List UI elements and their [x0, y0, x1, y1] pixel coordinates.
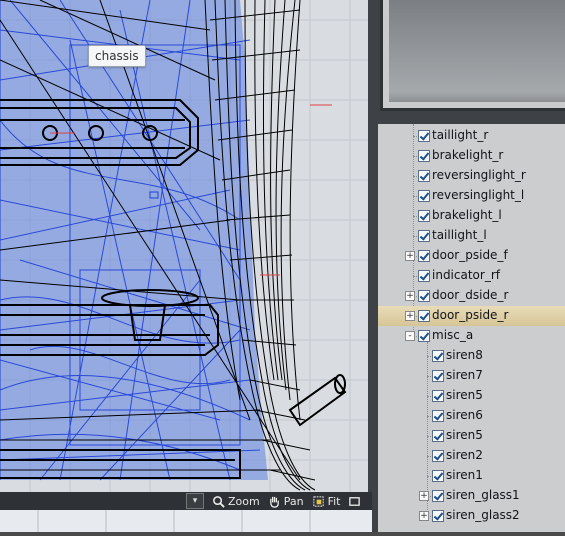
- tree-item-label: taillight_l: [432, 228, 487, 242]
- tree-item-label: siren1: [446, 468, 483, 482]
- expand-icon[interactable]: +: [419, 491, 429, 501]
- collapse-icon[interactable]: -: [405, 331, 415, 341]
- visibility-checkbox[interactable]: [432, 470, 444, 482]
- tree-item[interactable]: + siren_glass1: [378, 486, 565, 506]
- tree-item[interactable]: siren2: [378, 446, 565, 466]
- tree-item[interactable]: brakelight_r: [378, 146, 565, 166]
- fit-button[interactable]: Fit: [309, 493, 344, 509]
- tree-item[interactable]: siren5: [378, 426, 565, 446]
- visibility-checkbox[interactable]: [418, 250, 430, 262]
- expand-icon[interactable]: +: [405, 291, 415, 301]
- expand-icon[interactable]: +: [405, 251, 415, 261]
- tree-item-label: reversinglight_l: [432, 188, 525, 202]
- tree-item[interactable]: siren7: [378, 366, 565, 386]
- tree-item-label: misc_a: [432, 328, 474, 342]
- tree-item[interactable]: taillight_r: [378, 126, 565, 146]
- tree-item-label: taillight_r: [432, 128, 489, 142]
- zoom-label: Zoom: [228, 494, 260, 508]
- tree-item[interactable]: taillight_l: [378, 226, 565, 246]
- tree-item-label: siren_glass2: [446, 508, 520, 522]
- tooltip: chassis: [88, 45, 146, 67]
- visibility-checkbox[interactable]: [418, 190, 430, 202]
- tree-item[interactable]: siren5: [378, 386, 565, 406]
- visibility-checkbox[interactable]: [418, 210, 430, 222]
- tree-item-label: door_pside_r: [432, 308, 509, 322]
- wireframe-model[interactable]: [0, 0, 372, 492]
- visibility-checkbox[interactable]: [432, 450, 444, 462]
- zoom-button[interactable]: Zoom: [209, 493, 263, 509]
- tree-item-label: siren8: [446, 348, 483, 362]
- tree-item-label: siren_glass1: [446, 488, 520, 502]
- tree-item-label: siren6: [446, 408, 483, 422]
- tree-item-label: brakelight_r: [432, 148, 504, 162]
- tree-item[interactable]: siren1: [378, 466, 565, 486]
- chevron-down-icon: ▾: [186, 493, 204, 509]
- expand-icon[interactable]: +: [405, 311, 415, 321]
- viewport-toolbar: ▾ Zoom Pan Fit: [183, 492, 367, 510]
- tree-item[interactable]: - misc_a: [378, 326, 565, 346]
- tree-item[interactable]: siren6: [378, 406, 565, 426]
- expand-icon[interactable]: +: [419, 511, 429, 521]
- fit-icon: [312, 495, 324, 507]
- right-panel: taillight_r brakelight_r reversinglight_rr…: [372, 0, 565, 532]
- visibility-checkbox[interactable]: [418, 230, 430, 242]
- fit-label: Fit: [327, 494, 341, 508]
- visibility-checkbox[interactable]: [418, 310, 430, 322]
- visibility-checkbox[interactable]: [432, 390, 444, 402]
- visibility-checkbox[interactable]: [418, 150, 430, 162]
- visibility-checkbox[interactable]: [432, 410, 444, 422]
- tree-item-label: indicator_rf: [432, 268, 500, 282]
- tree-item-label: siren5: [446, 388, 483, 402]
- visibility-checkbox[interactable]: [432, 350, 444, 362]
- visibility-checkbox[interactable]: [418, 130, 430, 142]
- tree-item[interactable]: brakelight_l: [378, 206, 565, 226]
- maximize-button[interactable]: [345, 493, 367, 509]
- tree-item-label: siren7: [446, 368, 483, 382]
- tree-item[interactable]: reversinglight_r: [378, 166, 565, 186]
- maximize-icon: [349, 496, 361, 506]
- 3d-viewport[interactable]: chassis: [0, 0, 372, 492]
- tree-item-label: door_dside_r: [432, 288, 509, 302]
- visibility-checkbox[interactable]: [418, 330, 430, 342]
- visibility-checkbox[interactable]: [418, 170, 430, 182]
- tree-item-label: door_pside_f: [432, 248, 508, 262]
- visibility-checkbox[interactable]: [432, 370, 444, 382]
- magnifier-icon: [213, 495, 225, 508]
- tree-item-label: siren2: [446, 448, 483, 462]
- visibility-checkbox[interactable]: [432, 490, 444, 502]
- hand-icon: [269, 496, 279, 508]
- visibility-checkbox[interactable]: [418, 290, 430, 302]
- tree-item[interactable]: + siren_glass2: [378, 506, 565, 526]
- tree-item-label: reversinglight_r: [432, 168, 526, 182]
- visibility-checkbox[interactable]: [418, 270, 430, 282]
- tree-item[interactable]: indicator_rf: [378, 266, 565, 286]
- preview-pane: [380, 0, 565, 111]
- pan-label: Pan: [283, 494, 304, 508]
- visibility-checkbox[interactable]: [432, 430, 444, 442]
- visibility-checkbox[interactable]: [432, 510, 444, 522]
- tree-item-label: brakelight_l: [432, 208, 502, 222]
- tree-item[interactable]: + door_pside_f: [378, 246, 565, 266]
- view-dropdown[interactable]: ▾: [183, 493, 207, 509]
- timeline-strip: [0, 510, 372, 532]
- tree-item-label: siren5: [446, 428, 483, 442]
- tree-item[interactable]: + door_dside_r: [378, 286, 565, 306]
- outliner-tree[interactable]: taillight_r brakelight_r reversinglight_rr…: [378, 124, 565, 532]
- tree-item[interactable]: + door_pside_r: [378, 306, 565, 326]
- pan-button[interactable]: Pan: [265, 493, 307, 509]
- tree-item[interactable]: reversinglight_l: [378, 186, 565, 206]
- tree-item[interactable]: siren8: [378, 346, 565, 366]
